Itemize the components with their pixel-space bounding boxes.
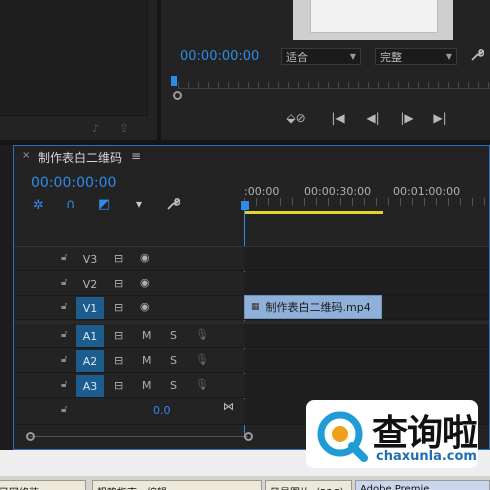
microphone-icon[interactable]: 🎙︎ [195,353,209,366]
sync-lock-icon[interactable]: ⊟ [114,354,123,367]
program-playhead[interactable] [171,76,177,86]
track-header-v1 [14,296,244,320]
solo-button[interactable]: S [170,354,177,367]
taskbar-item[interactable]: 风景图片（23C） [265,480,352,490]
snap-icon[interactable]: ✲ [33,198,44,213]
quality-select-value: 完整 [380,50,402,64]
go-to-out-icon[interactable]: ▶| [432,111,448,125]
track-name-a3[interactable]: A3 [76,375,104,397]
track-v3[interactable] [244,247,489,271]
step-back-icon[interactable]: ◀| [365,111,381,125]
master-volume-value[interactable]: 0.0 [153,404,171,417]
timeline-scrollbar[interactable] [30,436,248,437]
microphone-icon[interactable]: 🎙︎ [195,328,209,341]
track-header-a2 [14,349,244,373]
lock-icon[interactable]: 🔓︎ [61,379,67,390]
ruler-label: 00:01:00:00 [393,185,461,198]
magnifier-logo-icon [317,411,368,462]
quality-select[interactable]: 完整 ▼ [375,48,457,65]
panel-menu-icon[interactable]: ≡ [131,149,141,163]
eye-icon[interactable]: ◉ [140,276,150,289]
lock-icon[interactable]: 🔓︎ [61,301,67,312]
timeline-playhead[interactable] [241,201,249,210]
lock-icon[interactable]: 🔓︎ [61,277,67,288]
insert-edit-icon[interactable]: ◩ [98,197,110,212]
track-name-a1[interactable]: A1 [76,325,104,347]
chevron-down-icon: ▼ [349,52,356,61]
track-name-v2[interactable]: V2 [76,273,104,295]
link-icon[interactable]: ∩ [66,197,76,212]
eye-icon[interactable]: ◉ [140,300,150,313]
fit-select-value: 适合 [286,50,308,64]
step-forward-icon[interactable]: |▶ [399,111,415,125]
program-timecode[interactable]: 00:00:00:00 [180,49,259,64]
program-preview-frame [310,0,438,33]
track-v2[interactable] [244,272,489,296]
watermark-logo: 查询啦 chaxunla.com [306,400,478,468]
ruler-label: :00:00 [244,185,280,198]
sync-lock-icon[interactable]: ⊟ [114,277,123,290]
sync-lock-icon[interactable]: ⊟ [114,379,123,392]
fit-select[interactable]: 适合 ▼ [281,48,361,65]
track-header-a1 [14,324,244,348]
taskbar-item[interactable]: 粗略指南 - 编辑 [92,480,262,490]
track-header-a3 [14,374,244,398]
timeline-settings-wrench-icon[interactable] [166,197,181,214]
track-name-v1[interactable]: V1 [76,297,104,319]
fx-badge-icon: ▦ [251,302,260,312]
sequence-tab[interactable]: 制作表白二维码 [38,149,122,166]
track-name-a2[interactable]: A2 [76,350,104,372]
program-ruler-ticks [178,82,490,88]
lock-icon[interactable]: 🔓︎ [61,354,67,365]
watermark-url: chaxunla.com [376,449,477,464]
close-tab-icon[interactable]: × [22,150,30,161]
export-frame-icon[interactable]: ♪ [92,122,99,135]
track-a1[interactable] [244,324,489,348]
mute-button[interactable]: M [142,354,152,367]
sync-lock-icon[interactable]: ⊟ [114,252,123,265]
ruler-label: 00:00:30:00 [304,185,372,198]
timeline-timecode[interactable]: 00:00:00:00 [31,175,116,191]
scroll-handle-left[interactable] [26,432,35,441]
track-a3[interactable] [244,374,489,398]
clip-name: 制作表白二维码.mp4 [265,301,371,314]
lock-icon[interactable]: 🔓︎ [61,329,67,340]
solo-button[interactable]: S [170,329,177,342]
lock-icon[interactable]: 🔓︎ [61,252,67,263]
work-area-bar[interactable] [244,211,383,214]
source-monitor-view [0,0,148,116]
microphone-icon[interactable]: 🎙︎ [195,378,209,391]
track-name-v3[interactable]: V3 [76,248,104,270]
sync-lock-icon[interactable]: ⊟ [114,329,123,342]
program-ruler[interactable] [178,88,490,89]
sync-lock-icon[interactable]: ⊟ [114,301,123,314]
go-to-in-icon[interactable]: |◀ [330,111,346,125]
add-marker-icon[interactable]: ▾ [136,197,142,211]
track-a2[interactable] [244,349,489,373]
mute-button[interactable]: M [142,379,152,392]
timeline-ruler-ticks[interactable] [244,198,490,206]
settings-wrench-icon[interactable] [470,48,485,65]
lock-icon[interactable]: 🔓︎ [61,404,67,415]
solo-button[interactable]: S [170,379,177,392]
marker-lift-icon[interactable]: ⬙⊘ [285,111,307,125]
scroll-handle-right[interactable] [244,432,253,441]
eye-icon[interactable]: ◉ [140,251,150,264]
chevron-down-icon: ▼ [445,52,452,61]
go-to-out-marker-icon[interactable]: ⋈ [223,400,234,413]
video-clip[interactable]: ▦ 制作表白二维码.mp4 [244,295,382,319]
taskbar-item[interactable]: 已网络装 [0,480,86,490]
mute-button[interactable]: M [142,329,152,342]
taskbar-item[interactable]: Adobe Premie... [355,480,490,490]
track-header-master [14,399,244,425]
share-icon[interactable]: ⇪ [119,121,129,135]
track-header-v2 [14,272,244,296]
track-header-v3 [14,247,244,271]
zoom-handle[interactable] [173,91,182,100]
